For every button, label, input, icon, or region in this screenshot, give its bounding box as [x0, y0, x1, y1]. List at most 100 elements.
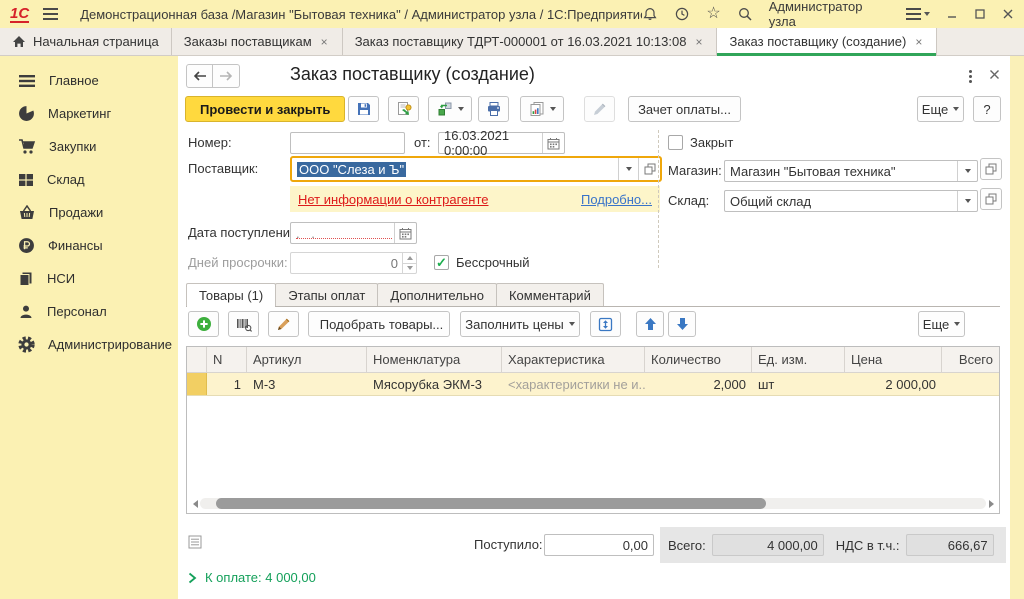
- scroll-left-icon[interactable]: [190, 500, 200, 508]
- more-button[interactable]: Еще: [917, 96, 964, 122]
- move-up-button[interactable]: [636, 311, 664, 337]
- to-pay-expander[interactable]: К оплате: 4 000,00: [188, 570, 316, 585]
- tab-payment-stages[interactable]: Этапы оплат: [275, 283, 378, 306]
- scrollbar-track[interactable]: [200, 498, 986, 509]
- column-header[interactable]: Всего: [942, 347, 999, 372]
- cell-nomenclature[interactable]: Мясорубка ЭКМ-3: [367, 373, 502, 395]
- tab-comment[interactable]: Комментарий: [496, 283, 604, 306]
- close-form-icon[interactable]: [984, 64, 1004, 84]
- stepper-arrows[interactable]: [402, 253, 416, 273]
- fill-prices-button[interactable]: Заполнить цены: [460, 311, 580, 337]
- tab-close-icon[interactable]: ×: [319, 34, 330, 50]
- supplier-combo[interactable]: ООО "Слеза и Ъ": [290, 156, 662, 182]
- post-and-close-button[interactable]: Провести и закрыть: [185, 96, 345, 122]
- details-link[interactable]: Подробно...: [581, 192, 652, 207]
- column-header[interactable]: Артикул: [247, 347, 367, 372]
- edit-row-button[interactable]: [268, 311, 299, 337]
- tab-supplier-order-new[interactable]: Заказ поставщику (создание) ×: [717, 28, 937, 55]
- received-input[interactable]: 0,00: [544, 534, 654, 556]
- close-window-icon[interactable]: [1002, 8, 1014, 20]
- sidebar-item-marketing[interactable]: Маркетинг: [0, 97, 178, 130]
- tab-close-icon[interactable]: ×: [913, 34, 924, 50]
- warehouse-dropdown-icon[interactable]: [957, 191, 977, 211]
- sidebar-item-finance[interactable]: Финансы: [0, 229, 178, 262]
- overdue-days-stepper[interactable]: 0: [290, 252, 417, 274]
- tab-home[interactable]: Начальная страница: [0, 28, 172, 55]
- scrollbar-thumb[interactable]: [216, 498, 766, 509]
- table-row[interactable]: 1 М-3 Мясорубка ЭКМ-3 <характеристики не…: [187, 373, 999, 396]
- favorites-star-icon[interactable]: ☆: [706, 6, 720, 22]
- warning-link[interactable]: Нет информации о контрагенте: [298, 192, 489, 207]
- current-user-label[interactable]: Администратор узла: [769, 0, 890, 29]
- tab-additional[interactable]: Дополнительно: [377, 283, 497, 306]
- user-menu-icon[interactable]: [906, 8, 930, 20]
- post-document-button[interactable]: [388, 96, 419, 122]
- store-combo[interactable]: Магазин "Бытовая техника": [724, 160, 978, 182]
- warehouse-open-icon[interactable]: [980, 188, 1002, 210]
- goods-more-button[interactable]: Еще: [918, 311, 965, 337]
- totals-panel: Всего: 4 000,00 НДС в т.ч.: 666,67: [660, 527, 1006, 563]
- fit-height-button[interactable]: [590, 311, 621, 337]
- move-down-button[interactable]: [668, 311, 696, 337]
- add-row-button[interactable]: [188, 311, 219, 337]
- maximize-icon[interactable]: [974, 8, 986, 20]
- list-settings-icon[interactable]: [188, 535, 202, 552]
- sidebar-item-sales[interactable]: Продажи: [0, 196, 178, 229]
- sidebar-item-warehouse[interactable]: Склад: [0, 163, 178, 196]
- notifications-bell-icon[interactable]: [642, 6, 658, 22]
- closed-checkbox[interactable]: [668, 135, 683, 150]
- tab-close-icon[interactable]: ×: [693, 34, 704, 50]
- 1c-logo[interactable]: 1С: [10, 6, 29, 23]
- sidebar-item-administration[interactable]: Администрирование: [0, 328, 178, 361]
- horizontal-scrollbar[interactable]: [190, 497, 996, 510]
- edit-button[interactable]: [584, 96, 615, 122]
- date-input[interactable]: 16.03.2021 0:00:00: [438, 132, 565, 154]
- tab-supplier-order-posted[interactable]: Заказ поставщику ТДРТ-000001 от 16.03.20…: [343, 28, 718, 55]
- cell-unit[interactable]: шт: [752, 373, 845, 395]
- forward-button[interactable]: [213, 64, 240, 88]
- supplier-dropdown-icon[interactable]: [618, 158, 638, 180]
- barcode-scan-button[interactable]: [228, 311, 259, 337]
- store-dropdown-icon[interactable]: [957, 161, 977, 181]
- offset-payment-button[interactable]: Зачет оплаты...: [628, 96, 741, 122]
- history-clock-icon[interactable]: [674, 6, 690, 22]
- column-header[interactable]: Номенклатура: [367, 347, 502, 372]
- receipt-date-input[interactable]: . .: [290, 222, 417, 244]
- search-icon[interactable]: [737, 6, 753, 22]
- sidebar-item-nsi[interactable]: НСИ: [0, 262, 178, 295]
- column-header[interactable]: Характеристика: [502, 347, 645, 372]
- sidebar-item-purchases[interactable]: Закупки: [0, 130, 178, 163]
- help-button[interactable]: ?: [973, 96, 1001, 122]
- number-input[interactable]: [290, 132, 405, 154]
- sidebar-item-personnel[interactable]: Персонал: [0, 295, 178, 328]
- cell-characteristic[interactable]: <характеристики не и...: [502, 373, 645, 395]
- create-based-on-button[interactable]: [428, 96, 472, 122]
- cell-quantity[interactable]: 2,000: [645, 373, 752, 395]
- main-menu-icon[interactable]: [43, 8, 58, 20]
- cell-n[interactable]: 1: [207, 373, 247, 395]
- tab-goods[interactable]: Товары (1): [186, 283, 276, 306]
- column-header[interactable]: Количество: [645, 347, 752, 372]
- sidebar-item-main[interactable]: Главное: [0, 64, 178, 97]
- cell-article[interactable]: М-3: [247, 373, 367, 395]
- reports-button[interactable]: [520, 96, 564, 122]
- cell-price[interactable]: 2 000,00: [845, 373, 942, 395]
- supplier-open-icon[interactable]: [638, 158, 660, 180]
- column-header[interactable]: Цена: [845, 347, 942, 372]
- column-header[interactable]: Ед. изм.: [752, 347, 845, 372]
- termless-checkbox[interactable]: ✓: [434, 255, 449, 270]
- scroll-right-icon[interactable]: [986, 500, 996, 508]
- warehouse-combo[interactable]: Общий склад: [724, 190, 978, 212]
- print-button[interactable]: [478, 96, 509, 122]
- save-button[interactable]: [348, 96, 379, 122]
- column-header[interactable]: N: [207, 347, 247, 372]
- calendar-icon[interactable]: [542, 133, 564, 153]
- pick-goods-button[interactable]: Подобрать товары...: [308, 311, 450, 337]
- minimize-icon[interactable]: [946, 8, 958, 20]
- more-dots-icon[interactable]: [960, 66, 980, 86]
- tab-supplier-orders-list[interactable]: Заказы поставщикам ×: [172, 28, 343, 55]
- cell-total[interactable]: [942, 373, 999, 395]
- store-open-icon[interactable]: [980, 158, 1002, 180]
- calendar-icon[interactable]: [394, 223, 416, 243]
- back-button[interactable]: [186, 64, 213, 88]
